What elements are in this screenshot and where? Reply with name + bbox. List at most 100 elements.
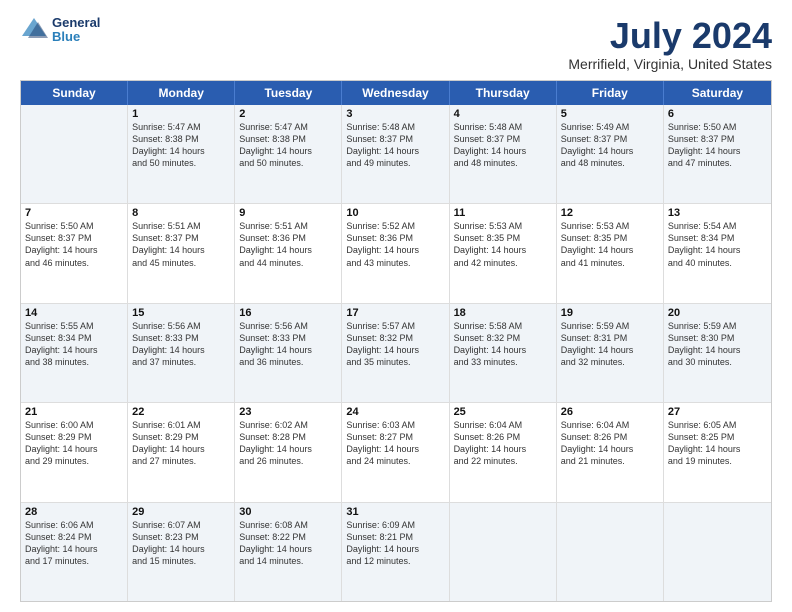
table-row: 28Sunrise: 6:06 AM Sunset: 8:24 PM Dayli… (21, 503, 128, 601)
calendar-row-3: 21Sunrise: 6:00 AM Sunset: 8:29 PM Dayli… (21, 403, 771, 502)
day-number: 28 (25, 506, 123, 518)
table-row: 13Sunrise: 5:54 AM Sunset: 8:34 PM Dayli… (664, 204, 771, 302)
table-row: 7Sunrise: 5:50 AM Sunset: 8:37 PM Daylig… (21, 204, 128, 302)
cell-text: Sunrise: 5:51 AM Sunset: 8:37 PM Dayligh… (132, 220, 230, 269)
day-number: 30 (239, 506, 337, 518)
table-row: 22Sunrise: 6:01 AM Sunset: 8:29 PM Dayli… (128, 403, 235, 501)
day-number: 31 (346, 506, 444, 518)
header-day-tuesday: Tuesday (235, 81, 342, 105)
day-number: 7 (25, 207, 123, 219)
cell-text: Sunrise: 5:59 AM Sunset: 8:31 PM Dayligh… (561, 320, 659, 369)
cell-text: Sunrise: 6:00 AM Sunset: 8:29 PM Dayligh… (25, 419, 123, 468)
day-number: 22 (132, 406, 230, 418)
page: General Blue July 2024 Merrifield, Virgi… (0, 0, 792, 612)
day-number: 2 (239, 108, 337, 120)
header-day-sunday: Sunday (21, 81, 128, 105)
table-row: 2Sunrise: 5:47 AM Sunset: 8:38 PM Daylig… (235, 105, 342, 203)
header-day-wednesday: Wednesday (342, 81, 449, 105)
day-number: 17 (346, 307, 444, 319)
cell-text: Sunrise: 6:02 AM Sunset: 8:28 PM Dayligh… (239, 419, 337, 468)
cell-text: Sunrise: 5:49 AM Sunset: 8:37 PM Dayligh… (561, 121, 659, 170)
logo-line1: General (52, 16, 100, 30)
cell-text: Sunrise: 6:04 AM Sunset: 8:26 PM Dayligh… (561, 419, 659, 468)
table-row: 21Sunrise: 6:00 AM Sunset: 8:29 PM Dayli… (21, 403, 128, 501)
logo-line2: Blue (52, 30, 100, 44)
table-row (557, 503, 664, 601)
cell-text: Sunrise: 5:52 AM Sunset: 8:36 PM Dayligh… (346, 220, 444, 269)
cell-text: Sunrise: 5:55 AM Sunset: 8:34 PM Dayligh… (25, 320, 123, 369)
table-row (450, 503, 557, 601)
day-number: 23 (239, 406, 337, 418)
calendar-header: SundayMondayTuesdayWednesdayThursdayFrid… (21, 81, 771, 105)
day-number: 29 (132, 506, 230, 518)
day-number: 8 (132, 207, 230, 219)
table-row: 19Sunrise: 5:59 AM Sunset: 8:31 PM Dayli… (557, 304, 664, 402)
cell-text: Sunrise: 6:05 AM Sunset: 8:25 PM Dayligh… (668, 419, 767, 468)
logo-icon (20, 16, 48, 44)
day-number: 1 (132, 108, 230, 120)
day-number: 19 (561, 307, 659, 319)
cell-text: Sunrise: 5:54 AM Sunset: 8:34 PM Dayligh… (668, 220, 767, 269)
header: General Blue July 2024 Merrifield, Virgi… (20, 16, 772, 72)
cell-text: Sunrise: 6:08 AM Sunset: 8:22 PM Dayligh… (239, 519, 337, 568)
cell-text: Sunrise: 6:03 AM Sunset: 8:27 PM Dayligh… (346, 419, 444, 468)
table-row: 17Sunrise: 5:57 AM Sunset: 8:32 PM Dayli… (342, 304, 449, 402)
day-number: 10 (346, 207, 444, 219)
table-row: 15Sunrise: 5:56 AM Sunset: 8:33 PM Dayli… (128, 304, 235, 402)
calendar: SundayMondayTuesdayWednesdayThursdayFrid… (20, 80, 772, 602)
table-row: 23Sunrise: 6:02 AM Sunset: 8:28 PM Dayli… (235, 403, 342, 501)
calendar-row-2: 14Sunrise: 5:55 AM Sunset: 8:34 PM Dayli… (21, 304, 771, 403)
cell-text: Sunrise: 5:53 AM Sunset: 8:35 PM Dayligh… (454, 220, 552, 269)
table-row: 10Sunrise: 5:52 AM Sunset: 8:36 PM Dayli… (342, 204, 449, 302)
calendar-body: 1 Sunrise: 5:47 AM Sunset: 8:38 PM Daylig… (21, 105, 771, 601)
table-row: 12Sunrise: 5:53 AM Sunset: 8:35 PM Dayli… (557, 204, 664, 302)
table-row: 18Sunrise: 5:58 AM Sunset: 8:32 PM Dayli… (450, 304, 557, 402)
logo-text: General Blue (52, 16, 100, 45)
table-row: 20Sunrise: 5:59 AM Sunset: 8:30 PM Dayli… (664, 304, 771, 402)
table-row: 14Sunrise: 5:55 AM Sunset: 8:34 PM Dayli… (21, 304, 128, 402)
cell-text: Sunrise: 6:07 AM Sunset: 8:23 PM Dayligh… (132, 519, 230, 568)
day-number: 11 (454, 207, 552, 219)
calendar-row-4: 28Sunrise: 6:06 AM Sunset: 8:24 PM Dayli… (21, 503, 771, 601)
logo: General Blue (20, 16, 100, 45)
table-row: 4Sunrise: 5:48 AM Sunset: 8:37 PM Daylig… (450, 105, 557, 203)
cell-text: Sunrise: 5:58 AM Sunset: 8:32 PM Dayligh… (454, 320, 552, 369)
table-row: 30Sunrise: 6:08 AM Sunset: 8:22 PM Dayli… (235, 503, 342, 601)
day-number: 24 (346, 406, 444, 418)
day-number: 13 (668, 207, 767, 219)
day-number: 9 (239, 207, 337, 219)
day-number: 14 (25, 307, 123, 319)
cell-text: Sunrise: 5:53 AM Sunset: 8:35 PM Dayligh… (561, 220, 659, 269)
header-day-friday: Friday (557, 81, 664, 105)
day-number: 25 (454, 406, 552, 418)
subtitle: Merrifield, Virginia, United States (568, 56, 772, 72)
table-row: 31Sunrise: 6:09 AM Sunset: 8:21 PM Dayli… (342, 503, 449, 601)
day-number: 16 (239, 307, 337, 319)
cell-text: Sunrise: 5:50 AM Sunset: 8:37 PM Dayligh… (668, 121, 767, 170)
cell-text: Sunrise: 5:47 AM Sunset: 8:38 PM Dayligh… (239, 121, 337, 170)
calendar-row-1: 7Sunrise: 5:50 AM Sunset: 8:37 PM Daylig… (21, 204, 771, 303)
table-row: 6Sunrise: 5:50 AM Sunset: 8:37 PM Daylig… (664, 105, 771, 203)
cell-text: Sunrise: 5:48 AM Sunset: 8:37 PM Dayligh… (346, 121, 444, 170)
cell-text: Sunrise: 6:04 AM Sunset: 8:26 PM Dayligh… (454, 419, 552, 468)
table-row: 29Sunrise: 6:07 AM Sunset: 8:23 PM Dayli… (128, 503, 235, 601)
calendar-row-0: 1 Sunrise: 5:47 AM Sunset: 8:38 PM Daylig… (21, 105, 771, 204)
table-row: 3Sunrise: 5:48 AM Sunset: 8:37 PM Daylig… (342, 105, 449, 203)
header-day-saturday: Saturday (664, 81, 771, 105)
cell-text: Sunrise: 5:51 AM Sunset: 8:36 PM Dayligh… (239, 220, 337, 269)
table-row: 11Sunrise: 5:53 AM Sunset: 8:35 PM Dayli… (450, 204, 557, 302)
cell-text: Sunrise: 5:50 AM Sunset: 8:37 PM Dayligh… (25, 220, 123, 269)
day-number: 20 (668, 307, 767, 319)
table-row: 8Sunrise: 5:51 AM Sunset: 8:37 PM Daylig… (128, 204, 235, 302)
day-number: 18 (454, 307, 552, 319)
table-row: 27Sunrise: 6:05 AM Sunset: 8:25 PM Dayli… (664, 403, 771, 501)
table-row: 5Sunrise: 5:49 AM Sunset: 8:37 PM Daylig… (557, 105, 664, 203)
table-row (664, 503, 771, 601)
day-number: 3 (346, 108, 444, 120)
cell-text: Sunrise: 5:56 AM Sunset: 8:33 PM Dayligh… (239, 320, 337, 369)
cell-text: Sunrise: 5:57 AM Sunset: 8:32 PM Dayligh… (346, 320, 444, 369)
title-block: July 2024 Merrifield, Virginia, United S… (568, 16, 772, 72)
cell-text: Sunrise: 6:06 AM Sunset: 8:24 PM Dayligh… (25, 519, 123, 568)
cell-text: Sunrise: 5:59 AM Sunset: 8:30 PM Dayligh… (668, 320, 767, 369)
main-title: July 2024 (568, 16, 772, 56)
